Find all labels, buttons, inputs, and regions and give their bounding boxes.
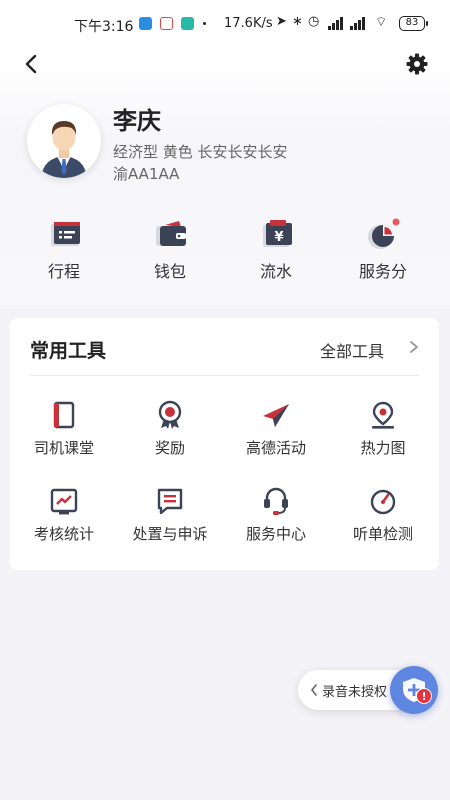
driver-avatar-icon	[27, 104, 101, 178]
tool-disposal-appeal[interactable]: 处置与申诉	[120, 486, 220, 544]
statistics-icon	[50, 488, 78, 515]
quick-entry-itinerary[interactable]: 行程	[24, 218, 104, 282]
network-speed: 17.6K/s	[224, 16, 273, 31]
quick-entry-label: 流水	[259, 262, 292, 281]
tool-label: 听单检测	[352, 525, 413, 543]
app-notification-icon	[139, 17, 152, 30]
headset-icon	[264, 487, 288, 515]
battery-icon: 83	[399, 16, 428, 31]
tool-order-listening-check[interactable]: 听单检测	[333, 486, 433, 544]
quick-entry-label: 行程	[47, 262, 80, 281]
common-tools-card: 常用工具 全部工具 司机课堂 奖励 高德活动 热力图 考核统计 处置与申诉 服务…	[10, 318, 439, 570]
tool-label: 司机课堂	[33, 439, 94, 457]
tool-label: 高德活动	[245, 439, 306, 457]
alarm-icon: ◷	[308, 14, 320, 29]
tool-service-center[interactable]: 服务中心	[226, 486, 326, 544]
car-info: 经济型 黄色 长安长安长安	[113, 143, 288, 161]
location-icon: ➤	[276, 14, 287, 29]
signal-icon	[328, 17, 344, 30]
chevron-left-icon	[311, 684, 317, 696]
bluetooth-icon: ∗	[292, 14, 303, 29]
itinerary-icon	[51, 222, 80, 246]
ledger-icon: ¥	[263, 220, 292, 247]
chevron-right-icon[interactable]	[408, 340, 420, 354]
app-notification-icon	[181, 17, 194, 30]
reward-icon	[158, 400, 182, 429]
tool-heatmap[interactable]: 热力图	[333, 400, 433, 458]
gauge-icon	[370, 489, 396, 515]
safety-shield-button[interactable]	[390, 666, 438, 714]
paper-plane-icon	[263, 404, 289, 427]
service-score-icon	[368, 218, 400, 249]
tool-reward[interactable]: 奖励	[120, 400, 220, 458]
classroom-icon	[53, 401, 75, 429]
tool-label: 奖励	[154, 439, 185, 457]
tool-label: 服务中心	[245, 525, 306, 543]
card-title: 常用工具	[30, 340, 107, 362]
avatar[interactable]	[27, 104, 101, 178]
quick-entry-ledger[interactable]: ¥ 流水	[236, 218, 316, 282]
alert-badge: !	[416, 688, 432, 704]
quick-entry-label: 服务分	[358, 262, 407, 281]
tool-label: 考核统计	[33, 525, 94, 543]
quick-entry-label: 钱包	[153, 262, 186, 281]
tool-amap-activities[interactable]: 高德活动	[226, 400, 326, 458]
status-bar: 下午3:16 17.6K/s ➤ ∗ ◷ ⌔ 83	[0, 0, 450, 46]
gear-icon	[406, 53, 428, 75]
signal-icon	[350, 17, 366, 30]
tool-assessment-stats[interactable]: 考核统计	[14, 486, 114, 544]
quick-entry-service-score[interactable]: 服务分	[343, 218, 423, 282]
more-notifications-icon	[203, 22, 206, 25]
quick-entry-wallet[interactable]: 钱包	[130, 218, 210, 282]
tool-driver-classroom[interactable]: 司机课堂	[14, 400, 114, 458]
heatmap-location-icon	[372, 401, 394, 429]
wallet-icon	[156, 221, 186, 246]
license-plate: 渝AA1AA	[113, 165, 180, 183]
wifi-icon: ⌔	[375, 15, 388, 30]
tool-label: 热力图	[360, 439, 406, 457]
recording-status-text: 录音未授权	[322, 685, 388, 700]
back-button[interactable]	[20, 52, 44, 76]
all-tools-link[interactable]: 全部工具	[320, 338, 384, 362]
status-time: 下午3:16	[74, 19, 134, 35]
settings-button[interactable]	[405, 52, 429, 76]
app-notification-icon	[160, 17, 173, 30]
driver-name: 李庆	[113, 107, 161, 135]
svg-text:¥: ¥	[274, 230, 283, 245]
appeal-icon	[157, 488, 183, 515]
divider	[30, 375, 419, 376]
tool-label: 处置与申诉	[132, 525, 208, 543]
chevron-left-icon	[25, 54, 37, 74]
